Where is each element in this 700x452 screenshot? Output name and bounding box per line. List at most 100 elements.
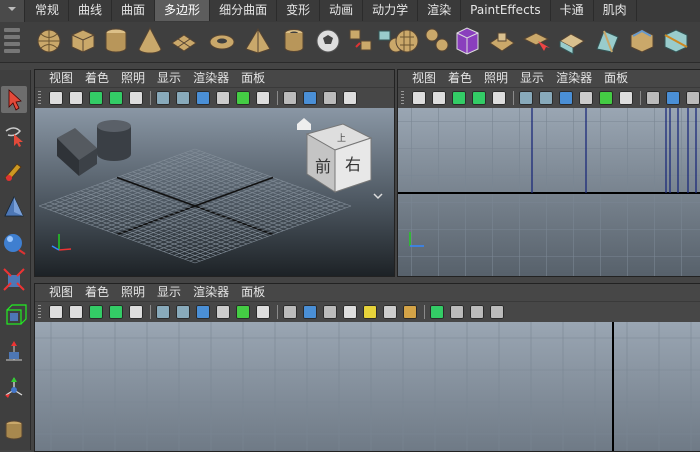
combine-icon[interactable] xyxy=(346,25,376,57)
append-icon[interactable] xyxy=(557,25,587,57)
camera-select-icon[interactable] xyxy=(49,305,63,319)
camera-attr-icon[interactable] xyxy=(432,91,446,105)
panel-menu-item[interactable]: 显示 xyxy=(151,70,187,87)
film-gate-icon[interactable] xyxy=(176,305,190,319)
wireframe-icon[interactable] xyxy=(283,305,297,319)
wireframe-icon[interactable] xyxy=(283,91,297,105)
image-plane-icon[interactable] xyxy=(109,91,123,105)
bookmark-icon[interactable] xyxy=(89,91,103,105)
grid-toggle-icon[interactable] xyxy=(519,91,533,105)
extrude-icon[interactable] xyxy=(487,25,517,57)
shelf-tab[interactable]: PaintEffects xyxy=(461,0,551,21)
resolution-gate-icon[interactable] xyxy=(559,91,573,105)
panel-menu-item[interactable]: 视图 xyxy=(406,70,442,87)
shelf-grip[interactable] xyxy=(4,28,20,56)
poly-pipe-icon[interactable] xyxy=(279,25,309,57)
soft-mod-tool-icon[interactable] xyxy=(1,338,27,365)
safe-title-icon[interactable] xyxy=(256,91,270,105)
camera-attr-icon[interactable] xyxy=(69,91,83,105)
uv-shell-icon[interactable] xyxy=(490,305,504,319)
shelf-tab[interactable]: 动画 xyxy=(320,0,364,21)
camera-2d-icon[interactable] xyxy=(492,91,506,105)
bookmark-icon[interactable] xyxy=(452,91,466,105)
panel-menu-item[interactable]: 照明 xyxy=(115,284,151,301)
smooth-shade-icon[interactable] xyxy=(303,305,317,319)
poly-cube-icon[interactable] xyxy=(68,25,98,57)
grid-toggle-icon[interactable] xyxy=(156,305,170,319)
default-light-icon[interactable] xyxy=(363,305,377,319)
persp-viewport[interactable]: 上 前 右 xyxy=(35,108,394,276)
camera-select-icon[interactable] xyxy=(49,91,63,105)
panel-menu-item[interactable]: 渲染器 xyxy=(187,284,235,301)
poly-pyramid-icon[interactable] xyxy=(243,25,273,57)
wireframe-on-shaded-icon[interactable] xyxy=(323,91,337,105)
panel-menu-item[interactable]: 视图 xyxy=(43,70,79,87)
field-chart-icon[interactable] xyxy=(236,305,250,319)
poly-torus-icon[interactable] xyxy=(207,25,237,57)
split-icon[interactable] xyxy=(661,25,691,57)
grid-toggle-icon[interactable] xyxy=(156,91,170,105)
wireframe-on-shaded-icon[interactable] xyxy=(686,91,700,105)
show-manipulator-icon[interactable] xyxy=(1,374,27,401)
shelf-menu-gear[interactable] xyxy=(0,0,25,22)
toolbar-grip[interactable] xyxy=(38,305,41,319)
poly-cone-icon[interactable] xyxy=(135,25,165,57)
lasso-tool-icon[interactable] xyxy=(1,122,27,149)
shelf-tab[interactable]: 细分曲面 xyxy=(210,0,278,21)
panel-menu-item[interactable]: 显示 xyxy=(151,284,187,301)
shadows-icon[interactable] xyxy=(403,305,417,319)
field-chart-icon[interactable] xyxy=(236,91,250,105)
camera-2d-icon[interactable] xyxy=(129,91,143,105)
front-viewport[interactable] xyxy=(35,322,700,451)
gate-mask-icon[interactable] xyxy=(216,91,230,105)
shelf-tab[interactable]: 曲线 xyxy=(69,0,113,21)
shelf-tab[interactable]: 常规 xyxy=(26,0,70,21)
safe-title-icon[interactable] xyxy=(619,91,633,105)
poly-plane-icon[interactable] xyxy=(169,25,199,57)
panel-menu-item[interactable]: 着色 xyxy=(442,70,478,87)
panel-menu-item[interactable]: 照明 xyxy=(115,70,151,87)
poly-cylinder-tool-icon[interactable] xyxy=(1,416,27,443)
image-plane-icon[interactable] xyxy=(472,91,486,105)
panel-menu-item[interactable]: 渲染器 xyxy=(550,70,598,87)
field-chart-icon[interactable] xyxy=(599,91,613,105)
panel-menu-item[interactable]: 显示 xyxy=(514,70,550,87)
move-tool-icon[interactable] xyxy=(1,194,27,221)
toolbar-grip[interactable] xyxy=(401,91,404,105)
camera-select-icon[interactable] xyxy=(412,91,426,105)
panel-menu-item[interactable]: 渲染器 xyxy=(187,70,235,87)
bevel-icon[interactable] xyxy=(627,25,657,57)
smooth-shade-icon[interactable] xyxy=(666,91,680,105)
shelf-tab[interactable]: 渲染 xyxy=(418,0,462,21)
toolbar-grip[interactable] xyxy=(38,91,41,105)
paint-select-tool-icon[interactable] xyxy=(1,158,27,185)
textured-icon[interactable] xyxy=(343,305,357,319)
extract-icon[interactable] xyxy=(422,25,452,57)
shelf-tab[interactable]: 曲面 xyxy=(112,0,156,21)
panel-menu-item[interactable]: 视图 xyxy=(43,284,79,301)
shelf-tab[interactable]: 卡通 xyxy=(551,0,594,21)
safe-title-icon[interactable] xyxy=(256,305,270,319)
smooth-icon[interactable] xyxy=(392,25,422,57)
panel-menu-item[interactable]: 照明 xyxy=(478,70,514,87)
side-viewport[interactable] xyxy=(398,108,700,276)
xray-joints-icon[interactable] xyxy=(450,305,464,319)
bookmark-icon[interactable] xyxy=(89,305,103,319)
bridge-icon[interactable] xyxy=(521,25,551,57)
boolean-icon[interactable] xyxy=(452,25,482,57)
select-tool-icon[interactable] xyxy=(1,86,27,113)
soccer-ball-icon[interactable] xyxy=(313,25,343,57)
wireframe-icon[interactable] xyxy=(646,91,660,105)
image-plane-icon[interactable] xyxy=(109,305,123,319)
resolution-gate-icon[interactable] xyxy=(196,91,210,105)
all-lights-icon[interactable] xyxy=(383,305,397,319)
panel-menu-item[interactable]: 着色 xyxy=(79,70,115,87)
poly-sphere-icon[interactable] xyxy=(34,25,64,57)
panel-menu-item[interactable]: 面板 xyxy=(598,70,634,87)
gate-mask-icon[interactable] xyxy=(579,91,593,105)
film-gate-icon[interactable] xyxy=(176,91,190,105)
isolate-icon[interactable] xyxy=(470,305,484,319)
camera-attr-icon[interactable] xyxy=(69,305,83,319)
textured-icon[interactable] xyxy=(343,91,357,105)
manipulator-tool-icon[interactable] xyxy=(1,302,27,329)
